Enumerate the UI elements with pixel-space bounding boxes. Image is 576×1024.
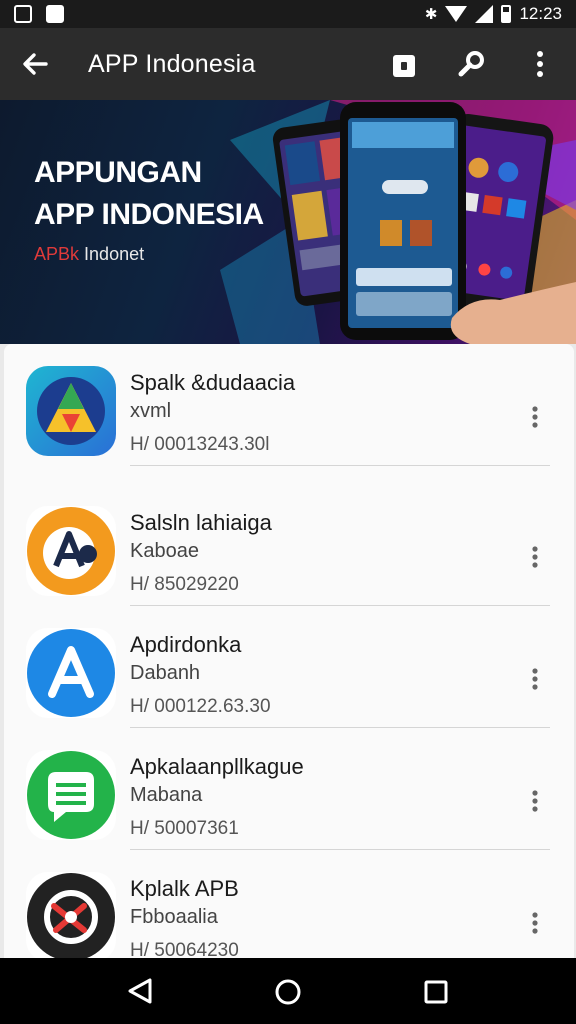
app-publisher: Mabana xyxy=(130,784,203,806)
battery-icon xyxy=(501,5,512,23)
item-menu-icon[interactable] xyxy=(520,542,550,572)
app-name: Apdirdonka xyxy=(130,632,242,657)
item-menu-icon[interactable] xyxy=(520,402,550,432)
list-item[interactable]: Salsln lahiaiga Kaboae H/ 85029220 xyxy=(4,484,574,606)
app-bar: APP Indonesia xyxy=(0,28,576,100)
letter-a-badge-icon xyxy=(26,506,116,596)
play-triangle-icon xyxy=(26,366,116,456)
overflow-menu-icon[interactable] xyxy=(520,44,560,84)
status-time: 12:23 xyxy=(519,4,562,23)
app-name: Apkalaanpllkague xyxy=(130,754,304,779)
list-item[interactable]: Kplalk APB Fbboaalia H/ 50064230 xyxy=(4,850,574,964)
app-meta: H/ 85029220 xyxy=(130,574,239,595)
nav-recents-icon[interactable] xyxy=(420,976,452,1008)
notification-icons xyxy=(14,5,64,23)
item-menu-icon[interactable] xyxy=(520,664,550,694)
list-item[interactable]: Apdirdonka Dabanh H/ 000122.63.30 xyxy=(4,606,574,728)
app-meta: H/ 50007361 xyxy=(130,818,239,839)
app-publisher: Kaboae xyxy=(130,540,199,562)
item-menu-icon[interactable] xyxy=(520,908,550,938)
nav-back-icon[interactable] xyxy=(122,976,158,1006)
search-icon[interactable] xyxy=(452,44,492,84)
list-item[interactable]: Spalk &dudaacia xvml H/ 00013243.30l xyxy=(4,344,574,466)
promo-banner[interactable]: APPUNGAN APP INDONESIA APBk Indonet xyxy=(0,100,576,344)
divider xyxy=(130,465,550,466)
app-name: Kplalk APB xyxy=(130,876,239,901)
app-publisher: Dabanh xyxy=(130,662,201,684)
app-meta: H/ 000122.63.30 xyxy=(130,696,271,717)
app-name: Salsln lahiaiga xyxy=(130,510,272,535)
app-name: Spalk &dudaacia xyxy=(130,370,296,395)
banner-brand: APBk xyxy=(34,244,80,264)
app-publisher: Fbboaalia xyxy=(130,906,218,928)
scissors-logo-icon xyxy=(26,872,116,962)
app-list: Spalk &dudaacia xvml H/ 00013243.30l Sal… xyxy=(4,344,574,964)
notification-square-icon xyxy=(14,5,32,23)
notification-filled-icon xyxy=(46,5,64,23)
app-publisher: xvml xyxy=(130,400,172,422)
system-nav-bar xyxy=(0,958,576,1024)
item-menu-icon[interactable] xyxy=(520,786,550,816)
app-meta: H/ 00013243.30l xyxy=(130,434,270,455)
chat-bubble-icon xyxy=(26,750,116,840)
bluetooth-icon: ✱ xyxy=(424,6,438,23)
banner-title: APPUNGAN APP INDONESIA xyxy=(34,152,264,236)
app-store-a-icon xyxy=(26,628,116,718)
signal-icon xyxy=(475,5,494,23)
banner-subtitle: APBk Indonet xyxy=(34,244,144,265)
store-bag-icon[interactable] xyxy=(384,44,424,84)
banner-title-line1: APPUNGAN xyxy=(34,156,202,189)
nav-home-icon[interactable] xyxy=(272,976,304,1008)
banner-subtitle-text: Indonet xyxy=(84,244,145,264)
list-item[interactable]: Apkalaanpllkague Mabana H/ 50007361 xyxy=(4,728,574,850)
wifi-icon xyxy=(445,6,468,22)
status-bar: ✱ 12:23 xyxy=(0,0,576,28)
system-indicators: ✱ 12:23 xyxy=(425,4,562,24)
page-title: APP Indonesia xyxy=(88,50,256,78)
banner-title-line2: APP INDONESIA xyxy=(34,198,264,231)
back-arrow-icon[interactable] xyxy=(14,42,58,86)
